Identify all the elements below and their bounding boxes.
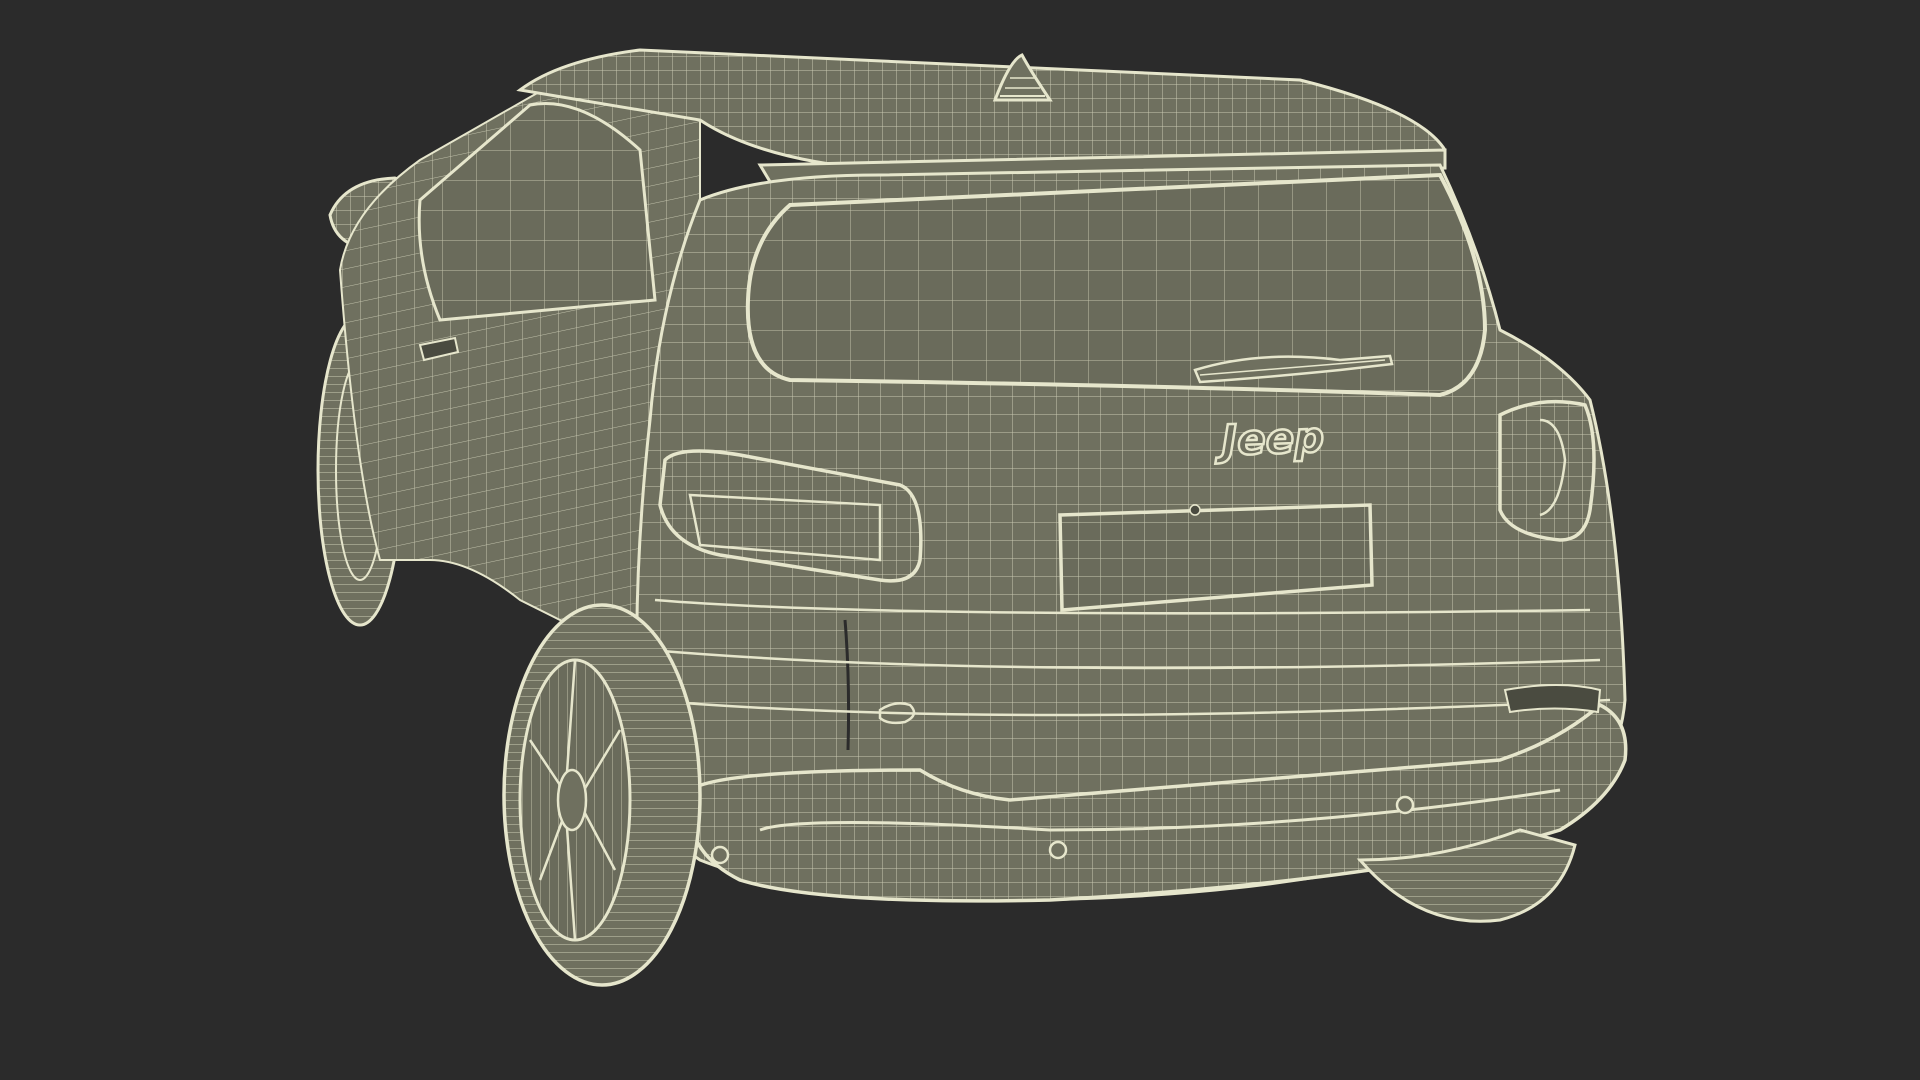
viewport: Jeep [0,0,1920,1080]
parking-sensor-icon [1395,795,1415,815]
right-tail-light [1498,399,1596,542]
parking-sensor-icon [1048,840,1068,860]
jeep-emblem-text: Jeep [1214,412,1325,465]
rear-left-wheel [502,603,702,987]
parking-sensor-icon [710,845,730,865]
jeep-emblem: Jeep [1212,411,1326,466]
wireframe-car-render: Jeep [316,48,1628,987]
